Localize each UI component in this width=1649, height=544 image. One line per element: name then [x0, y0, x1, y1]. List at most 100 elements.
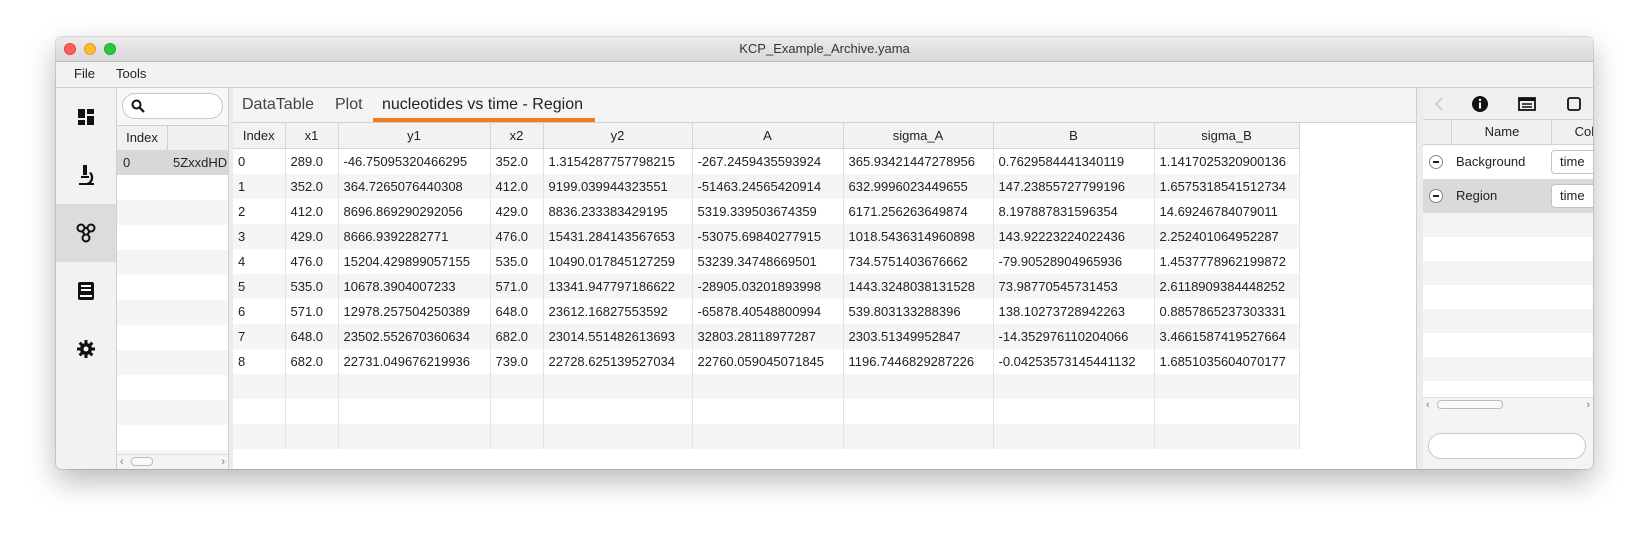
- menu-file[interactable]: File: [74, 66, 95, 81]
- cell-x2: 476.0: [490, 224, 544, 249]
- table-row[interactable]: 4 476.0 15204.429899057155 535.0 10490.01784…: [233, 249, 1300, 274]
- cell-y2: 1.3154287757798215: [543, 148, 693, 174]
- cell-y2: 10490.017845127259: [543, 249, 693, 274]
- sidebar-microscope-button[interactable]: [56, 146, 116, 204]
- column-header-y1[interactable]: y1: [338, 123, 491, 149]
- sidebar-book-button[interactable]: [56, 262, 116, 320]
- cell-x1: 352.0: [285, 174, 339, 199]
- chevron-left-icon[interactable]: [1433, 96, 1445, 112]
- list-header-index[interactable]: Index: [117, 126, 168, 150]
- cell-index: 4: [233, 249, 286, 274]
- table-row[interactable]: 5 535.0 10678.3904007233 571.0 13341.9477971…: [233, 274, 1300, 299]
- table-view-icon[interactable]: [1517, 94, 1537, 114]
- empty-table-row: [233, 374, 1300, 399]
- region-row[interactable]: Region time: [1423, 179, 1593, 213]
- cell-index: 2: [233, 199, 286, 224]
- cell-index: 6: [233, 299, 286, 324]
- cell-b: 138.10273728942263: [993, 299, 1155, 324]
- column-header-x2[interactable]: x2: [490, 123, 544, 149]
- remove-icon[interactable]: [1429, 155, 1443, 169]
- cell-a: -65878.40548800994: [692, 299, 844, 324]
- sidebar-network-button[interactable]: [56, 204, 116, 262]
- column-header-y2[interactable]: y2: [543, 123, 693, 149]
- table-row[interactable]: 3 429.0 8666.9392282771 476.0 15431.28414356…: [233, 224, 1300, 249]
- tab-nucleotides-vs-time-region[interactable]: nucleotides vs time - Region: [382, 96, 583, 114]
- cell-sigma-a: 1196.7446829287226: [843, 349, 994, 374]
- column-header-b[interactable]: B: [993, 123, 1155, 149]
- cell-sigma-a: 1018.5436314960898: [843, 224, 994, 249]
- info-icon[interactable]: [1470, 94, 1490, 114]
- dashboard-icon: [78, 109, 94, 125]
- table-row[interactable]: 6 571.0 12978.257504250389 648.0 23612.16827…: [233, 299, 1300, 324]
- cell-x1: 289.0: [285, 148, 339, 174]
- cell-sigma-b: 14.69246784079011: [1154, 199, 1300, 224]
- table-row[interactable]: 1 352.0 364.7265076440308 412.0 9199.0399443…: [233, 174, 1300, 199]
- microscope-icon: [79, 165, 94, 185]
- cell-index: 3: [233, 224, 286, 249]
- cell-sigma-b: 2.6118909384448252: [1154, 274, 1300, 299]
- cell-sigma-a: 2303.51349952847: [843, 324, 994, 349]
- cell-x1: 682.0: [285, 349, 339, 374]
- column-select[interactable]: time: [1551, 150, 1593, 174]
- cell-sigma-b: 1.6851035604070177: [1154, 349, 1300, 374]
- cell-y2: 23612.16827553592: [543, 299, 693, 324]
- cell-sigma-a: 539.803133288396: [843, 299, 994, 324]
- gear-icon: [77, 340, 95, 358]
- cell-b: -0.04253573145441132: [993, 349, 1155, 374]
- menu-bar: File Tools: [56, 62, 1593, 88]
- cell-x1: 535.0: [285, 274, 339, 299]
- table-row[interactable]: 7 648.0 23502.552670360634 682.0 23014.55148…: [233, 324, 1300, 349]
- region-panel-toolbar: [1423, 88, 1593, 120]
- region-name-input[interactable]: [1428, 433, 1586, 459]
- cell-y2: 23014.551482613693: [543, 324, 693, 349]
- column-select[interactable]: time: [1551, 184, 1593, 208]
- column-header-sigma-a[interactable]: sigma_A: [843, 123, 994, 149]
- list-item[interactable]: 0 5ZxxdHD: [117, 150, 228, 175]
- cell-x2: 648.0: [490, 299, 544, 324]
- sidebar-dashboard-button[interactable]: [56, 88, 116, 146]
- cell-x1: 648.0: [285, 324, 339, 349]
- maximize-window-button[interactable]: [104, 43, 116, 55]
- tab-plot[interactable]: Plot: [335, 96, 363, 114]
- remove-icon[interactable]: [1429, 189, 1443, 203]
- list-horizontal-scrollbar[interactable]: ‹ ›: [117, 454, 228, 469]
- square-icon[interactable]: [1564, 94, 1584, 114]
- table-row[interactable]: 8 682.0 22731.049676219936 739.0 22728.62513…: [233, 349, 1300, 374]
- column-header-sigma-b[interactable]: sigma_B: [1154, 123, 1300, 149]
- region-header-name[interactable]: Name: [1451, 120, 1552, 144]
- cell-x2: 429.0: [490, 199, 544, 224]
- column-header-index[interactable]: Index: [233, 123, 286, 149]
- cell-x2: 352.0: [490, 148, 544, 174]
- column-header-a[interactable]: A: [692, 123, 844, 149]
- sidebar-settings-button[interactable]: [56, 320, 116, 378]
- cell-a: -53075.69840277915: [692, 224, 844, 249]
- region-row-name: Region: [1456, 188, 1498, 203]
- close-window-button[interactable]: [64, 43, 76, 55]
- cell-y2: 13341.947797186622: [543, 274, 693, 299]
- table-row[interactable]: 0 289.0 -46.75095320466295 352.0 1.315428775…: [233, 148, 1300, 174]
- cell-sigma-a: 365.93421447278956: [843, 148, 994, 174]
- tab-datatable[interactable]: DataTable: [242, 96, 314, 114]
- table-row[interactable]: 2 412.0 8696.869290292056 429.0 8836.2333834…: [233, 199, 1300, 224]
- search-input[interactable]: [122, 93, 223, 119]
- menu-tools[interactable]: Tools: [116, 66, 146, 81]
- cell-x2: 739.0: [490, 349, 544, 374]
- region-panel: Name Column Background time Region time: [1423, 88, 1593, 469]
- minimize-window-button[interactable]: [84, 43, 96, 55]
- region-row[interactable]: Background time: [1423, 145, 1593, 179]
- region-horizontal-scrollbar[interactable]: ‹ ›: [1423, 397, 1593, 412]
- empty-table-row: [233, 399, 1300, 424]
- archive-list-panel: Index 0 5ZxxdHD ‹ ›: [117, 88, 229, 469]
- cell-index: 0: [233, 148, 286, 174]
- cell-x2: 682.0: [490, 324, 544, 349]
- region-header-column[interactable]: Column: [1551, 120, 1593, 144]
- cell-y1: 8696.869290292056: [338, 199, 491, 224]
- cell-sigma-b: 1.6575318541512734: [1154, 174, 1300, 199]
- cell-sigma-a: 1443.3248038131528: [843, 274, 994, 299]
- cell-sigma-b: 3.4661587419527664: [1154, 324, 1300, 349]
- table-header-row: Index x1 y1 x2 y2 A sigma_A B sigma_B: [233, 123, 1300, 149]
- window-title: KCP_Example_Archive.yama: [739, 41, 910, 56]
- empty-table-row: [233, 424, 1300, 449]
- cell-y2: 15431.284143567653: [543, 224, 693, 249]
- column-header-x1[interactable]: x1: [285, 123, 339, 149]
